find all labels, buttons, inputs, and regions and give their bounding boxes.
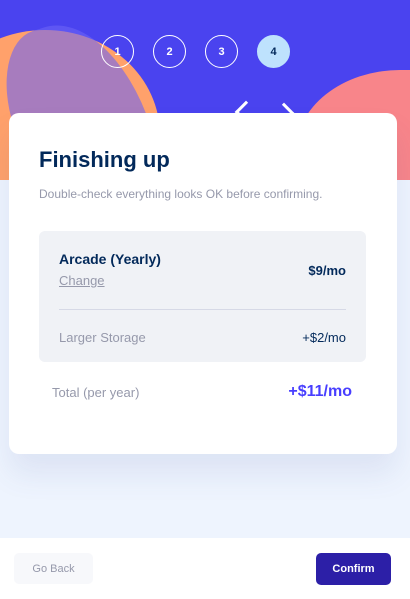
plan-row: Arcade (Yearly) Change $9/mo [59, 251, 346, 290]
addon-row: Larger Storage +$2/mo [59, 330, 346, 345]
step-4[interactable]: 4 [257, 35, 290, 68]
step-1[interactable]: 1 [101, 35, 134, 68]
summary-card: Finishing up Double-check everything loo… [9, 113, 397, 454]
step-3[interactable]: 3 [205, 35, 238, 68]
addon-price: +$2/mo [302, 330, 346, 345]
page-title: Finishing up [39, 147, 170, 172]
confirm-button[interactable]: Confirm [316, 552, 391, 585]
total-price: +$11/mo [288, 383, 352, 400]
plan-name: Arcade (Yearly) [59, 251, 161, 267]
divider [59, 309, 346, 310]
order-summary: Arcade (Yearly) Change $9/mo Larger Stor… [39, 231, 366, 362]
total-label: Total (per year) [52, 384, 140, 400]
footer-bar: Go Back Confirm [0, 538, 410, 599]
change-plan-link[interactable]: Change [59, 273, 105, 288]
step-indicator: 1 2 3 4 [101, 35, 290, 68]
total-row: Total (per year) +$11/mo [39, 362, 366, 401]
go-back-button[interactable]: Go Back [14, 553, 93, 584]
step-2[interactable]: 2 [153, 35, 186, 68]
addon-name: Larger Storage [59, 330, 146, 345]
page-subtitle: Double-check everything looks OK before … [39, 187, 323, 201]
plan-price: $9/mo [308, 263, 346, 278]
